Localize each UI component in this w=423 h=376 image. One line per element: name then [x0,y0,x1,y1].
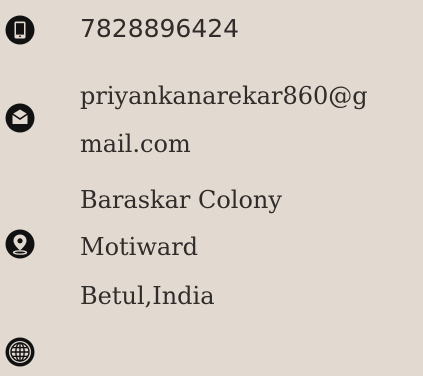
email-line-2[interactable]: mail.com [80,124,191,164]
address-line-1: Baraskar Colony [80,186,282,214]
email-line-1[interactable]: priyankanarekar860@g [80,76,368,116]
map-pin-icon [5,229,35,259]
envelope-icon [5,103,35,133]
address-line-3: Betul,India [80,282,215,310]
contact-card: 7828896424 priyankanarekar860@g mail.com… [0,0,423,376]
phone-number[interactable]: 7828896424 [80,9,239,49]
mobile-phone-icon [5,15,35,45]
address-line-2: Motiward [80,233,199,261]
globe-icon[interactable] [5,337,35,367]
